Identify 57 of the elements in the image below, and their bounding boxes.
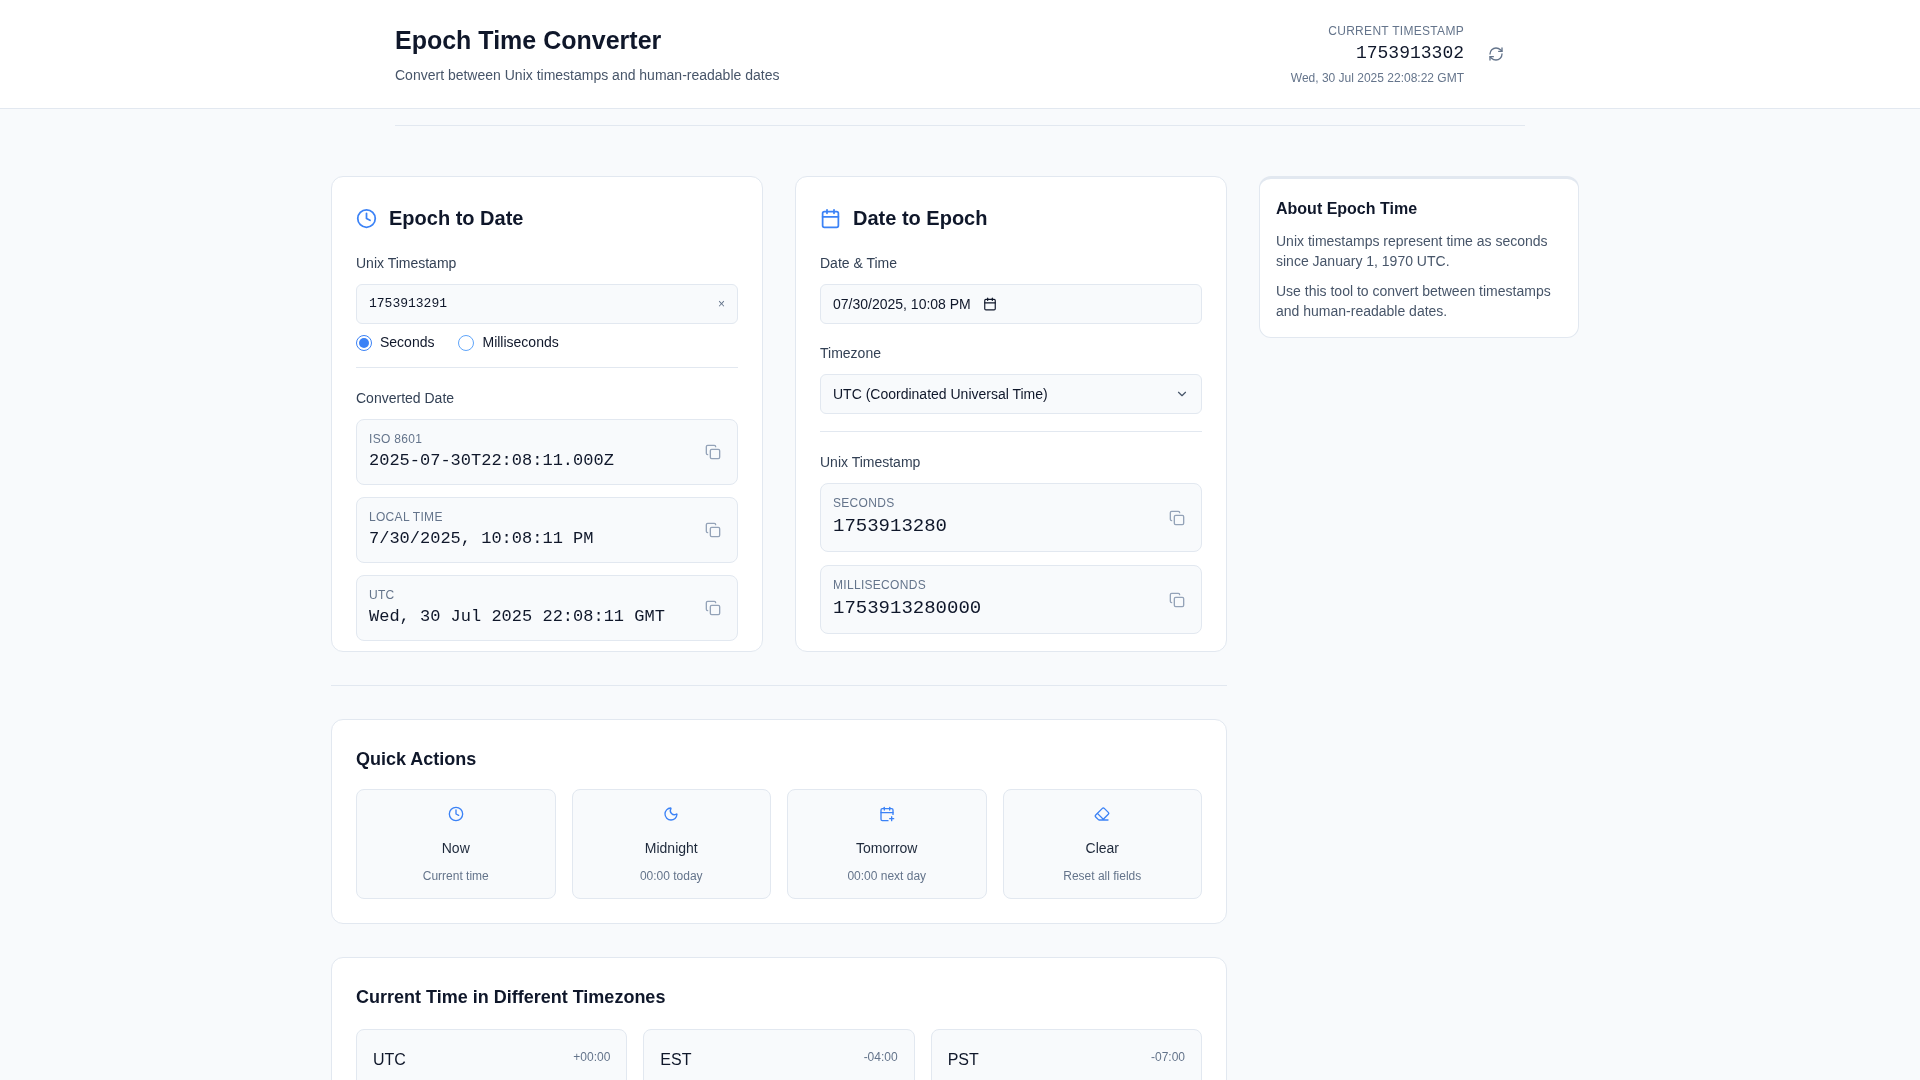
section-label: Converted Date [356,389,456,408]
copy-icon [705,444,721,460]
timezone-name: PST [947,1050,979,1070]
result-value: 1753913280000 [833,596,982,622]
result-label: ISO 8601 [369,431,424,449]
calendar-icon [982,297,997,311]
date-time-input[interactable]: 07/30/2025, 10:08 PM [820,284,1202,324]
eraser-icon [1094,806,1111,822]
moon-icon [663,806,680,822]
unit-radio[interactable]: Milliseconds [458,332,559,353]
section-label: Unix Timestamp [820,453,922,472]
quick-action-button[interactable]: Clear Reset all fields [1002,789,1202,899]
copy-icon [705,600,721,616]
refresh-button[interactable] [1488,46,1504,62]
result-value: Wed, 30 Jul 2025 22:08:11 GMT [369,606,665,629]
result-value: 1753913280 [833,514,948,540]
current-timestamp-label: CURRENT TIMESTAMP [1328,22,1464,40]
timezone-select[interactable]: UTC (Coordinated Universal Time) [820,374,1202,414]
about-text: Unix timestamps represent time as seconds since January 1, 1970 UTC. [1276,232,1549,271]
calendar-icon [820,207,841,229]
about-text: Use this tool to convert between timestamps and human-readable dates. [1276,282,1552,321]
field-label: Unix Timestamp [356,254,458,273]
result-label: LOCAL TIME [369,509,444,527]
result-value: 7/30/2025, 10:08:11 PM [369,528,594,551]
card-title: Current Time in Different Timezones [356,986,667,1009]
result-value: 2025-07-30T22:08:11.000Z [369,450,614,473]
quick-action-button[interactable]: Now Current time [356,789,556,899]
page-title: Epoch Time Converter [395,24,663,56]
result-label: UTC [369,587,396,605]
clock-icon [447,806,464,822]
card-title: Date to Epoch [853,206,988,231]
card-title: Epoch to Date [389,206,524,231]
quick-action-button[interactable]: Midnight 00:00 today [571,789,771,899]
timezone-offset: -04:00 [863,1049,898,1066]
calendar-plus-icon [878,806,895,822]
field-label: Date & Time [820,254,899,273]
result-label: MILLISECONDS [833,577,927,595]
timestamp-input[interactable]: 1753913291 × [356,284,738,324]
field-label: Timezone [820,344,882,363]
clock-icon [356,207,377,229]
unit-radio[interactable]: Seconds [356,332,435,353]
copy-icon [1169,509,1185,526]
refresh-icon [1488,46,1504,62]
timezone-name: EST [660,1050,692,1070]
about-title: About Epoch Time [1276,199,1419,219]
timezone-offset: +00:00 [573,1049,611,1066]
current-timestamp: 1753913302 [1355,41,1464,65]
card-title: Quick Actions [356,748,478,771]
page-subtitle: Convert between Unix timestamps and human-readable dates [395,66,780,86]
current-date: Wed, 30 Jul 2025 22:08:22 GMT [1290,69,1464,87]
quick-action-button[interactable]: Tomorrow 00:00 next day [787,789,987,899]
copy-icon [1169,591,1185,608]
timezone-name: UTC [373,1050,406,1070]
timezone-offset: -07:00 [1150,1049,1185,1066]
copy-icon [705,522,721,538]
clear-button[interactable]: × [718,295,725,313]
result-label: SECONDS [833,495,896,513]
